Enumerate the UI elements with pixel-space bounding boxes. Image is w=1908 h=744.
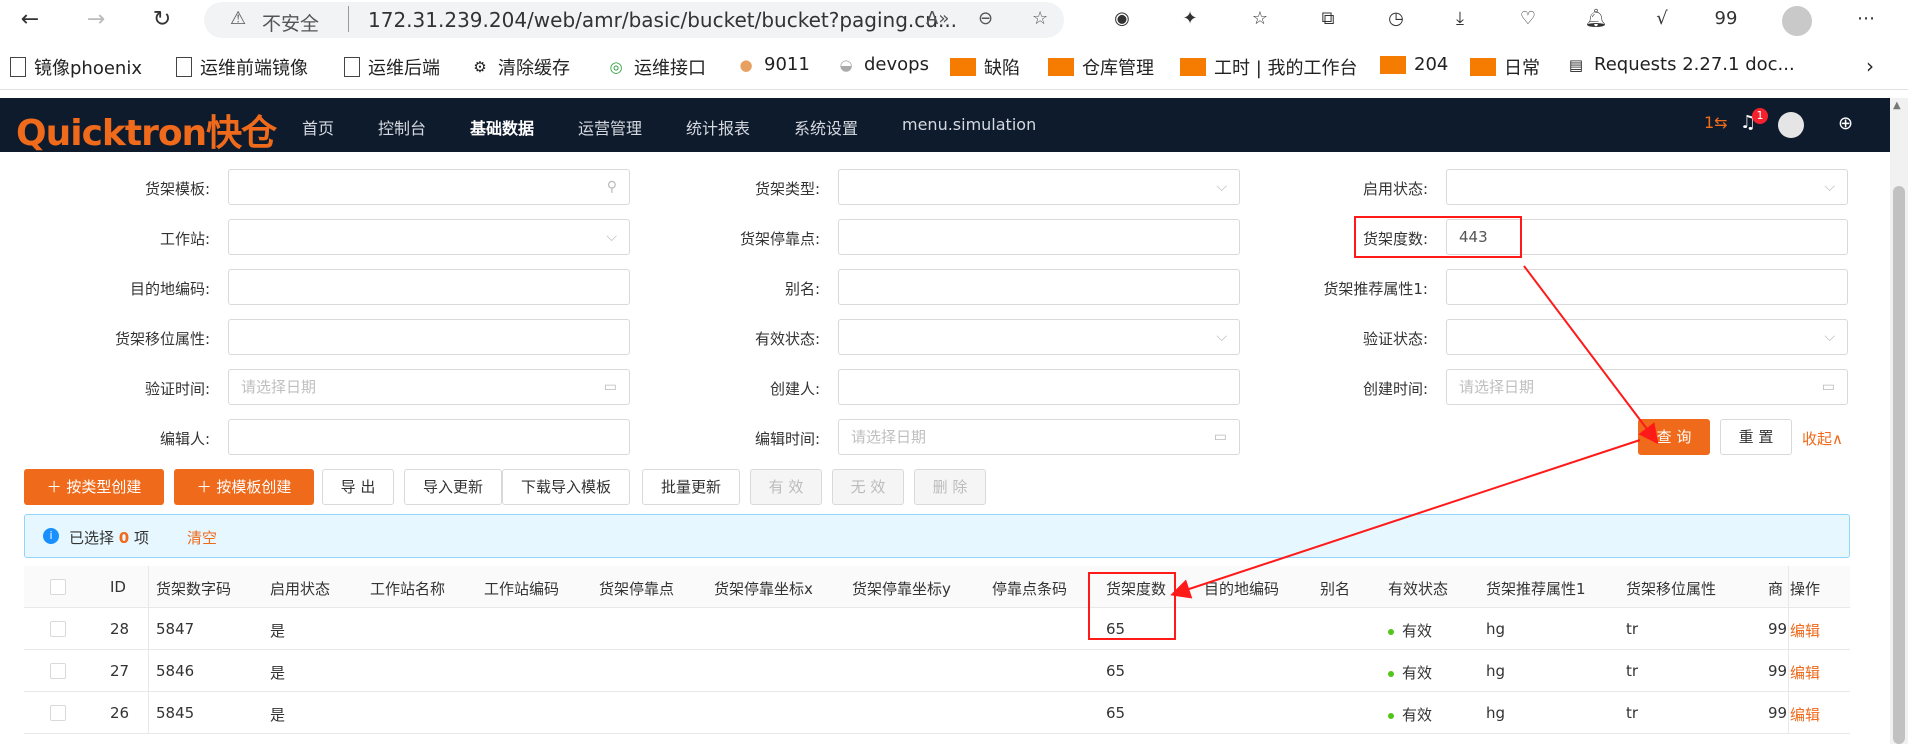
annotation-arrows	[1170, 265, 1659, 599]
arrow-to-degree-column	[1170, 439, 1641, 599]
arrow-to-query-button	[1523, 265, 1659, 445]
